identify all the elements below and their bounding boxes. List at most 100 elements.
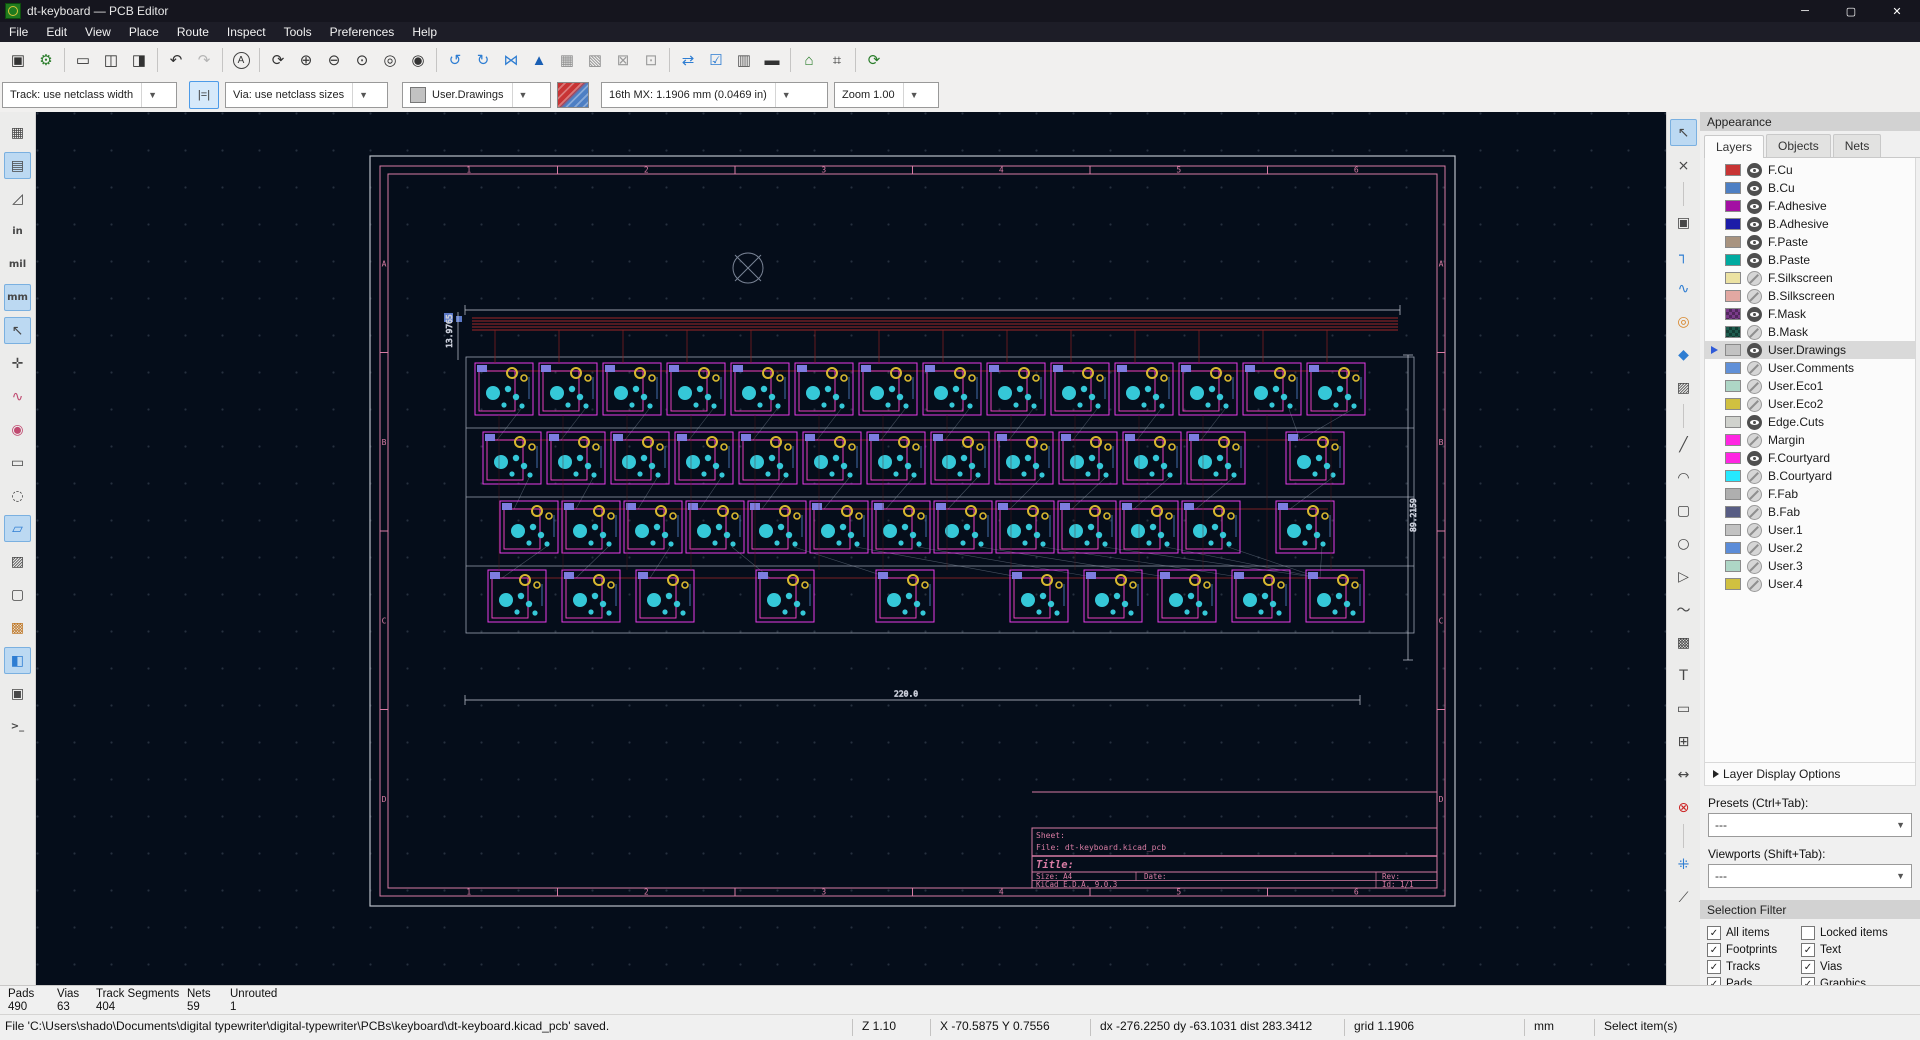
select-tool[interactable]: ↖ — [1670, 119, 1697, 146]
layer-color-swatch[interactable] — [1725, 380, 1741, 392]
grid-origin-tool[interactable]: ⁜ — [1670, 851, 1697, 878]
eye-visible-icon[interactable] — [1747, 306, 1762, 322]
polar-coordinates-toggle[interactable]: ◿ — [4, 185, 31, 212]
eye-hidden-icon[interactable] — [1747, 576, 1762, 592]
eye-hidden-icon[interactable] — [1747, 270, 1762, 286]
filter-text[interactable]: ✓ Text — [1801, 943, 1920, 957]
draw-bezier-tool[interactable]: ～ — [1670, 596, 1697, 623]
layer-row-b-adhesive[interactable]: B.Adhesive — [1705, 215, 1915, 233]
scripting-console-button[interactable]: >_ — [4, 713, 31, 740]
layer-row-user-comments[interactable]: User.Comments — [1705, 359, 1915, 377]
zone-hatched-mode[interactable]: ▩ — [4, 614, 31, 641]
flip-horizontal-button[interactable]: ⋈ — [498, 47, 524, 73]
eye-hidden-icon[interactable] — [1747, 378, 1762, 394]
sketch-tracks-toggle[interactable]: ▭ — [4, 449, 31, 476]
layer-row-f-silkscreen[interactable]: F.Silkscreen — [1705, 269, 1915, 287]
calculator-tools-button[interactable]: ⌗ — [824, 47, 850, 73]
delete-tool[interactable]: ⊗ — [1670, 794, 1697, 821]
layer-row-b-cu[interactable]: B.Cu — [1705, 179, 1915, 197]
zone-filled-mode[interactable]: ▨ — [4, 548, 31, 575]
units-mm-button[interactable]: mm — [4, 284, 31, 311]
layer-pair-indicator[interactable] — [557, 82, 589, 108]
layer-row-b-courtyard[interactable]: B.Courtyard — [1705, 467, 1915, 485]
layer-row-edge-cuts[interactable]: Edge.Cuts — [1705, 413, 1915, 431]
eye-hidden-icon[interactable] — [1747, 288, 1762, 304]
drawing-sheet-toggle[interactable]: ▣ — [4, 680, 31, 707]
add-table-tool[interactable]: ⊞ — [1670, 728, 1697, 755]
add-dimension-tool[interactable]: ↔ — [1670, 761, 1697, 788]
pcb-canvas[interactable]: 1 1 2 2 3 3 4 4 5 5 6 6 A A B B C C D D Sheet: File: dt-keybo… — [36, 112, 1666, 985]
net-inspector-button[interactable]: ▥ — [731, 47, 757, 73]
add-footprint-tool[interactable]: ▣ — [1670, 209, 1697, 236]
layer-color-swatch[interactable] — [1725, 272, 1741, 284]
layer-color-swatch[interactable] — [1725, 236, 1741, 248]
maximize-button[interactable]: ▢ — [1828, 0, 1874, 22]
rotate-cw-button[interactable]: ↻ — [470, 47, 496, 73]
eye-hidden-icon[interactable] — [1747, 468, 1762, 484]
layer-color-swatch[interactable] — [1725, 182, 1741, 194]
layer-color-swatch[interactable] — [1725, 200, 1741, 212]
filter-vias[interactable]: ✓ Vias — [1801, 960, 1920, 974]
layer-color-swatch[interactable] — [1725, 344, 1741, 356]
board-setup-button[interactable]: ⚙ — [33, 47, 59, 73]
eye-visible-icon[interactable] — [1747, 342, 1762, 358]
draw-line-tool[interactable]: ╱ — [1670, 431, 1697, 458]
layer-row-user-eco1[interactable]: User.Eco1 — [1705, 377, 1915, 395]
eye-hidden-icon[interactable] — [1747, 396, 1762, 412]
eye-visible-icon[interactable] — [1747, 450, 1762, 466]
net-highlight-toggle[interactable]: ◉ — [4, 416, 31, 443]
eye-visible-icon[interactable] — [1747, 198, 1762, 214]
layer-row-user-4[interactable]: User.4 — [1705, 575, 1915, 593]
layer-row-user-eco2[interactable]: User.Eco2 — [1705, 395, 1915, 413]
grid-select[interactable]: 16th MX: 1.1906 mm (0.0469 in) ▼ — [601, 82, 828, 108]
menu-edit[interactable]: Edit — [37, 23, 76, 41]
page-settings-button[interactable]: ▭ — [70, 47, 96, 73]
update-footprints-button[interactable]: ⟳ — [861, 47, 887, 73]
filter-tracks[interactable]: ✓ Tracks — [1707, 960, 1801, 974]
inactive-layer-dim-toggle[interactable]: ◧ — [4, 647, 31, 674]
redo-button[interactable]: ↷ — [191, 47, 217, 73]
layer-row-f-mask[interactable]: F.Mask — [1705, 305, 1915, 323]
menu-view[interactable]: View — [76, 23, 120, 41]
menu-help[interactable]: Help — [403, 23, 446, 41]
presets-select[interactable]: --- ▼ — [1708, 813, 1912, 837]
save-button[interactable]: ▣ — [5, 47, 31, 73]
add-image-tool[interactable]: ▩ — [1670, 629, 1697, 656]
board-view[interactable]: 1 1 2 2 3 3 4 4 5 5 6 6 A A B B C C D D Sheet: File: dt-keybo… — [36, 112, 1666, 985]
zoom-select[interactable]: Zoom 1.00 ▼ — [834, 82, 939, 108]
layer-row-f-paste[interactable]: F.Paste — [1705, 233, 1915, 251]
add-via-tool[interactable]: ◎ — [1670, 308, 1697, 335]
layer-color-swatch[interactable] — [1725, 488, 1741, 500]
add-rule-area-tool[interactable]: ▨ — [1670, 374, 1697, 401]
eye-hidden-icon[interactable] — [1747, 540, 1762, 556]
eye-visible-icon[interactable] — [1747, 252, 1762, 268]
zoom-objects-button[interactable]: ◎ — [377, 47, 403, 73]
clear-highlight-button[interactable]: ▬ — [759, 47, 785, 73]
zone-outline-mode[interactable]: ▢ — [4, 581, 31, 608]
layer-color-swatch[interactable] — [1725, 326, 1741, 338]
eye-hidden-icon[interactable] — [1747, 486, 1762, 502]
layer-color-swatch[interactable] — [1725, 362, 1741, 374]
layer-row-b-mask[interactable]: B.Mask — [1705, 323, 1915, 341]
close-button[interactable]: ✕ — [1874, 0, 1920, 22]
zoom-fit-button[interactable]: ⊙ — [349, 47, 375, 73]
unlock-button[interactable]: ⊡ — [638, 47, 664, 73]
menu-tools[interactable]: Tools — [275, 23, 321, 41]
draw-circle-tool[interactable]: ○ — [1670, 530, 1697, 557]
layer-row-f-adhesive[interactable]: F.Adhesive — [1705, 197, 1915, 215]
layer-color-swatch[interactable] — [1725, 416, 1741, 428]
eye-visible-icon[interactable] — [1747, 216, 1762, 232]
ungroup-button[interactable]: ▧ — [582, 47, 608, 73]
tune-length-tool[interactable]: ∿ — [1670, 275, 1697, 302]
layer-row-f-cu[interactable]: F.Cu — [1705, 161, 1915, 179]
track-width-select[interactable]: Track: use netclass width ▼ — [2, 82, 177, 108]
viewports-select[interactable]: --- ▼ — [1708, 864, 1912, 888]
ratsnest-visibility-toggle[interactable]: ✛ — [4, 350, 31, 377]
measure-tool[interactable]: ⟋ — [1670, 884, 1697, 911]
plot-button[interactable]: ◨ — [126, 47, 152, 73]
track-posture-toggle[interactable]: |=| — [189, 81, 219, 109]
layer-row-f-courtyard[interactable]: F.Courtyard — [1705, 449, 1915, 467]
eye-visible-icon[interactable] — [1747, 234, 1762, 250]
layer-color-swatch[interactable] — [1725, 542, 1741, 554]
menu-file[interactable]: File — [0, 23, 37, 41]
